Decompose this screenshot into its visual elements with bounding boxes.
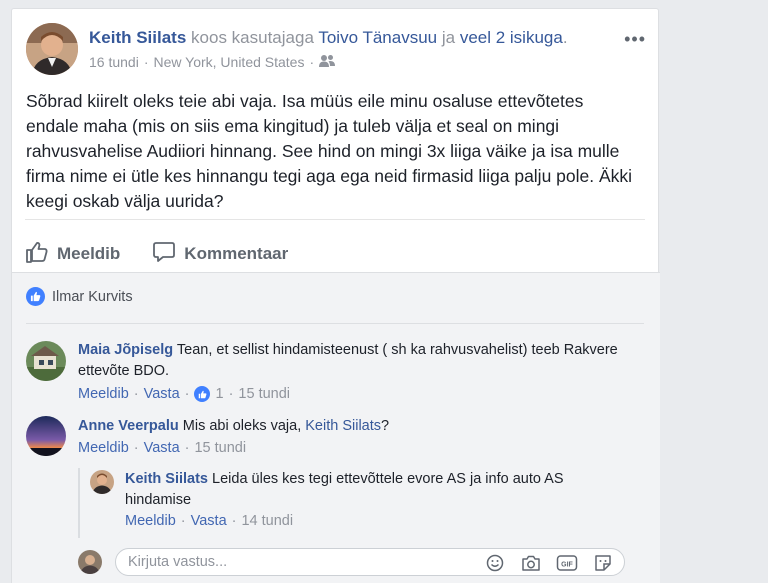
like-reaction-icon	[26, 287, 45, 306]
period: .	[562, 28, 568, 47]
divider	[26, 323, 644, 324]
current-user-avatar	[78, 550, 102, 574]
tagged-user[interactable]: Toivo Tänavsuu	[318, 28, 437, 47]
with-text: koos kasutajaga	[191, 28, 314, 47]
reply-comment: Keith Siilats Leida üles kes tegi ettevõ…	[78, 470, 638, 530]
more-options-icon[interactable]: •••	[624, 29, 646, 50]
likers-names[interactable]: Ilmar Kurvits	[52, 289, 133, 305]
comment: Maia Jõpiselg Tean, et sellist hindamist…	[26, 341, 636, 411]
comment-button[interactable]: Kommentaar	[152, 240, 288, 269]
meta-separator: ·	[143, 54, 149, 70]
author-name[interactable]: Keith Siilats	[89, 28, 186, 47]
comment-reply-link[interactable]: Vasta	[144, 440, 180, 456]
comment: Anne Veerpalu Mis abi oleks vaja, Keith …	[26, 416, 636, 466]
reply-body: Keith Siilats Leida üles kes tegi ettevõ…	[125, 469, 625, 511]
post-card: Keith Siilats koos kasutajaga Toivo Täna…	[11, 8, 660, 583]
like-reaction-icon[interactable]	[194, 386, 211, 402]
others-link[interactable]: veel 2 isikuga	[460, 28, 563, 47]
commenter-avatar[interactable]	[26, 341, 66, 381]
comment-text: Mis abi oleks vaja,	[182, 418, 302, 434]
thumbs-up-icon	[25, 240, 49, 269]
likers-row[interactable]: Ilmar Kurvits	[26, 287, 133, 306]
post-meta: 16 tundi · New York, United States ·	[89, 54, 336, 70]
comment-text-end: ?	[381, 418, 390, 434]
svg-text:GIF: GIF	[561, 562, 573, 569]
camera-icon[interactable]	[520, 552, 542, 574]
reply-input[interactable]	[128, 552, 468, 572]
comment-like-link[interactable]: Meeldib	[78, 440, 129, 456]
post-header: Keith Siilats koos kasutajaga Toivo Täna…	[26, 23, 646, 79]
comment-icon	[152, 240, 176, 269]
comments-section: Ilmar Kurvits Maia Jõpiselg Tean, et sel…	[12, 272, 660, 583]
comment-actions: Meeldib · Vasta · 15 tundi	[78, 440, 247, 456]
commenter-name[interactable]: Maia Jõpiselg	[78, 342, 173, 358]
comment-reply-link[interactable]: Vasta	[144, 386, 180, 402]
author-line: Keith Siilats koos kasutajaga Toivo Täna…	[89, 28, 568, 48]
comment-body: Anne Veerpalu Mis abi oleks vaja, Keith …	[78, 416, 618, 437]
comment-label: Kommentaar	[184, 244, 289, 263]
reply-like-link[interactable]: Meeldib	[125, 513, 176, 529]
comment-like-count[interactable]: 1	[215, 386, 223, 402]
comment-actions: Meeldib · Vasta · 1 · 15 tundi	[78, 386, 291, 402]
reply-time[interactable]: 14 tundi	[241, 513, 293, 529]
reply-avatar[interactable]	[90, 470, 114, 494]
post-text: Sõbrad kiirelt oleks teie abi vaja. Isa …	[26, 91, 633, 211]
comment-time[interactable]: 15 tundi	[194, 440, 246, 456]
reply-actions: Meeldib · Vasta · 14 tundi	[125, 513, 294, 529]
post-location[interactable]: New York, United States	[154, 54, 305, 70]
mention-link[interactable]: Keith Siilats	[305, 418, 381, 434]
and-text: ja	[441, 28, 456, 47]
comment-body: Maia Jõpiselg Tean, et sellist hindamist…	[78, 340, 618, 382]
gif-icon[interactable]: GIF	[556, 552, 578, 574]
post-time[interactable]: 16 tundi	[89, 54, 139, 70]
friends-icon[interactable]	[319, 54, 336, 70]
reply-input-box[interactable]: GIF	[115, 548, 625, 576]
divider	[25, 219, 645, 220]
comment-time[interactable]: 15 tundi	[238, 386, 290, 402]
comment-like-link[interactable]: Meeldib	[78, 386, 129, 402]
reply-author-name[interactable]: Keith Siilats	[125, 471, 208, 487]
author-avatar[interactable]	[26, 23, 78, 75]
commenter-name[interactable]: Anne Veerpalu	[78, 418, 179, 434]
sticker-icon[interactable]	[592, 552, 614, 574]
like-label: Meeldib	[57, 244, 121, 263]
like-button[interactable]: Meeldib	[25, 240, 120, 269]
commenter-avatar[interactable]	[26, 416, 66, 456]
emoji-icon[interactable]	[484, 552, 506, 574]
meta-separator: ·	[309, 54, 315, 70]
reply-reply-link[interactable]: Vasta	[191, 513, 227, 529]
reply-input-tools: GIF	[484, 552, 614, 574]
